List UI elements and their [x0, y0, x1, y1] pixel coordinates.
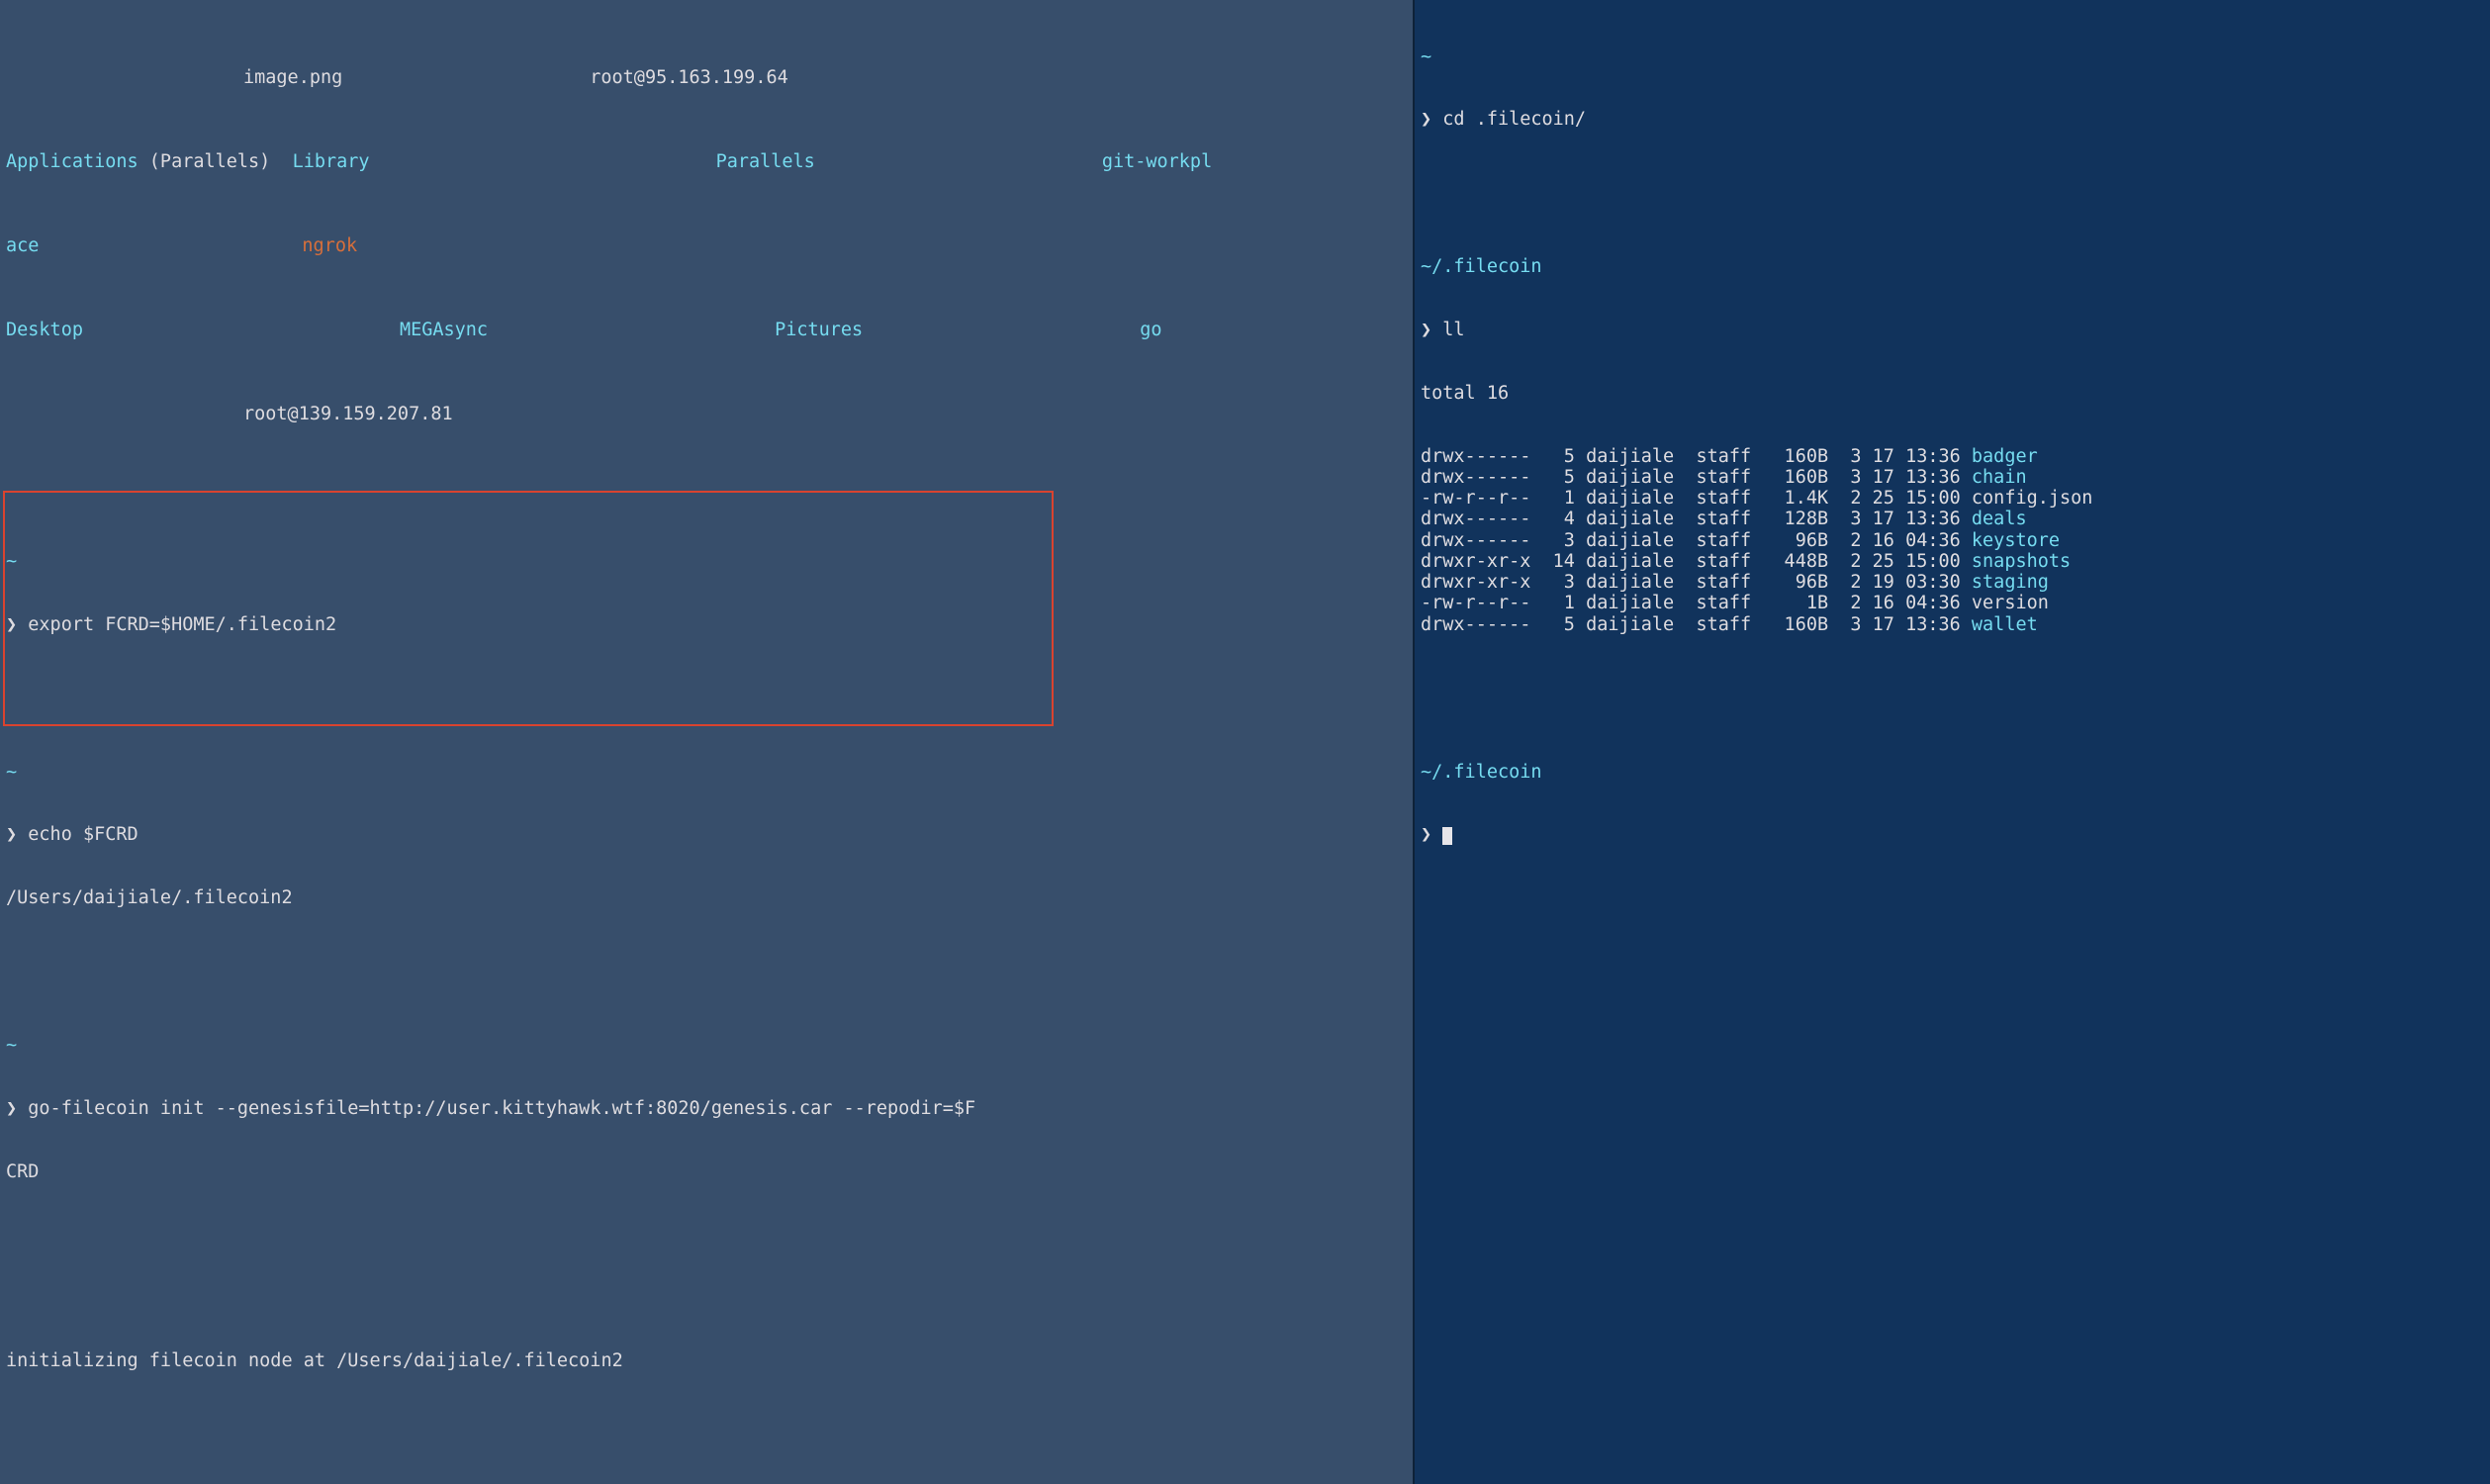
ll-row: drwx------ 5 daijiale staff 160B 3 17 13… — [1421, 614, 2484, 635]
ll-meta: drwx------ 4 daijiale staff 128B 3 17 13… — [1421, 509, 1972, 529]
ll-row: -rw-r--r-- 1 daijiale staff 1B 2 16 04:3… — [1421, 593, 2484, 613]
ll-meta: -rw-r--r-- 1 daijiale staff 1B 2 16 04:3… — [1421, 593, 1972, 613]
ll-row: drwx------ 3 daijiale staff 96B 2 16 04:… — [1421, 530, 2484, 551]
highlight-box — [3, 491, 1054, 726]
ll-filename: config.json — [1972, 488, 2093, 509]
init-output: initializing filecoin node at /Users/dai… — [6, 1350, 1407, 1371]
ll-filename: deals — [1972, 509, 2027, 529]
cmd-export: export FCRD=$HOME/.filecoin2 — [28, 614, 336, 635]
prompt-cd-filecoin[interactable]: ❯ cd .filecoin/ — [1421, 109, 2484, 130]
ll-filename: chain — [1972, 467, 2027, 488]
prompt-echo[interactable]: ❯ echo $FCRD — [6, 824, 1407, 845]
cursor-icon — [1442, 827, 1452, 845]
text-parallels1: (Parallels) — [149, 151, 271, 172]
dir-ace: ace — [6, 235, 39, 256]
ll-meta: -rw-r--r-- 1 daijiale staff 1.4K 2 25 15… — [1421, 488, 1972, 509]
host-1: root@95.163.199.64 — [590, 67, 787, 88]
ll-total-right: total 16 — [1421, 383, 2484, 404]
prompt-symbol: ❯ — [1421, 320, 1431, 340]
header-row-0: image.png root@95.163.199.64 — [6, 67, 1407, 88]
dir-go: go — [1140, 320, 1161, 340]
prompt-symbol: ❯ — [1421, 824, 1431, 845]
cmd-ll: ll — [1442, 320, 1464, 340]
cmd-cd-filecoin: cd .filecoin/ — [1442, 109, 1586, 130]
prompt-ll-right[interactable]: ❯ ll — [1421, 320, 2484, 340]
dir-desktop: Desktop — [6, 320, 83, 340]
ll-filename: staging — [1972, 572, 2049, 593]
file-imagepng: image.png — [243, 67, 342, 88]
dir-pictures: Pictures — [775, 320, 863, 340]
ll-row: drwx------ 5 daijiale staff 160B 3 17 13… — [1421, 467, 2484, 488]
cmd-init-2: CRD — [6, 1161, 1407, 1182]
cwd-tilde: ~ — [6, 1035, 1407, 1056]
cwd-filecoin: ~/.filecoin — [1421, 762, 2484, 783]
ll-meta: drwxr-xr-x 3 daijiale staff 96B 2 19 03:… — [1421, 572, 1972, 593]
dir-parallels2: Parallels — [716, 151, 815, 172]
ll-filename: keystore — [1972, 530, 2060, 551]
dir-gitworkpl: git-workpl — [1102, 151, 1212, 172]
prompt-export[interactable]: ❯ export FCRD=$HOME/.filecoin2 — [6, 614, 1407, 635]
cwd-tilde: ~ — [6, 762, 1407, 783]
prompt-symbol: ❯ — [6, 1098, 17, 1119]
prompt-symbol: ❯ — [6, 614, 17, 635]
dir-megasync: MEGAsync — [400, 320, 488, 340]
ll-meta: drwx------ 5 daijiale staff 160B 3 17 13… — [1421, 446, 1972, 467]
ll-filename: badger — [1972, 446, 2038, 467]
ll-filename: snapshots — [1972, 551, 2071, 572]
cwd-tilde: ~ — [6, 551, 1407, 572]
split-terminal: image.png root@95.163.199.64 Applications… — [0, 0, 2490, 1484]
prompt-symbol: ❯ — [6, 824, 17, 845]
header-row-1: Applications (Parallels) Library Parallel… — [6, 151, 1407, 172]
ll-row: drwxr-xr-x 3 daijiale staff 96B 2 19 03:… — [1421, 572, 2484, 593]
cmd-echo: echo $FCRD — [28, 824, 138, 845]
cwd-tilde: ~ — [1421, 46, 2484, 67]
terminal-pane-right[interactable]: ~ ❯ cd .filecoin/ ~/.filecoin ❯ ll total… — [1415, 0, 2490, 1484]
host-2: root@139.159.207.81 — [243, 404, 453, 424]
prompt-init[interactable]: ❯ go-filecoin init --genesisfile=http://… — [6, 1098, 1407, 1119]
echo-output: /Users/daijiale/.filecoin2 — [6, 887, 1407, 908]
ll-listing-right: drwx------ 5 daijiale staff 160B 3 17 13… — [1421, 446, 2484, 635]
ll-meta: drwx------ 5 daijiale staff 160B 3 17 13… — [1421, 467, 1972, 488]
header-row-2: ace ngrok — [6, 235, 1407, 256]
dir-library: Library — [293, 151, 370, 172]
exe-ngrok: ngrok — [302, 235, 357, 256]
ll-row: drwx------ 4 daijiale staff 128B 3 17 13… — [1421, 509, 2484, 529]
ll-filename: version — [1972, 593, 2049, 613]
ll-filename: wallet — [1972, 614, 2038, 635]
prompt-symbol: ❯ — [1421, 109, 1431, 130]
ll-meta: drwxr-xr-x 14 daijiale staff 448B 2 25 1… — [1421, 551, 1972, 572]
cwd-filecoin: ~/.filecoin — [1421, 256, 2484, 277]
cmd-init-1: go-filecoin init --genesisfile=http://us… — [28, 1098, 975, 1119]
dir-applications: Applications — [6, 151, 138, 172]
ll-row: drwxr-xr-x 14 daijiale staff 448B 2 25 1… — [1421, 551, 2484, 572]
terminal-pane-left[interactable]: image.png root@95.163.199.64 Applications… — [0, 0, 1415, 1484]
prompt-final[interactable]: ❯ — [1421, 824, 2484, 845]
ll-row: drwx------ 5 daijiale staff 160B 3 17 13… — [1421, 446, 2484, 467]
header-row-4: root@139.159.207.81 — [6, 404, 1407, 424]
ll-meta: drwx------ 3 daijiale staff 96B 2 16 04:… — [1421, 530, 1972, 551]
ll-meta: drwx------ 5 daijiale staff 160B 3 17 13… — [1421, 614, 1972, 635]
ll-row: -rw-r--r-- 1 daijiale staff 1.4K 2 25 15… — [1421, 488, 2484, 509]
header-row-3: Desktop MEGAsync Pictures go — [6, 320, 1407, 340]
